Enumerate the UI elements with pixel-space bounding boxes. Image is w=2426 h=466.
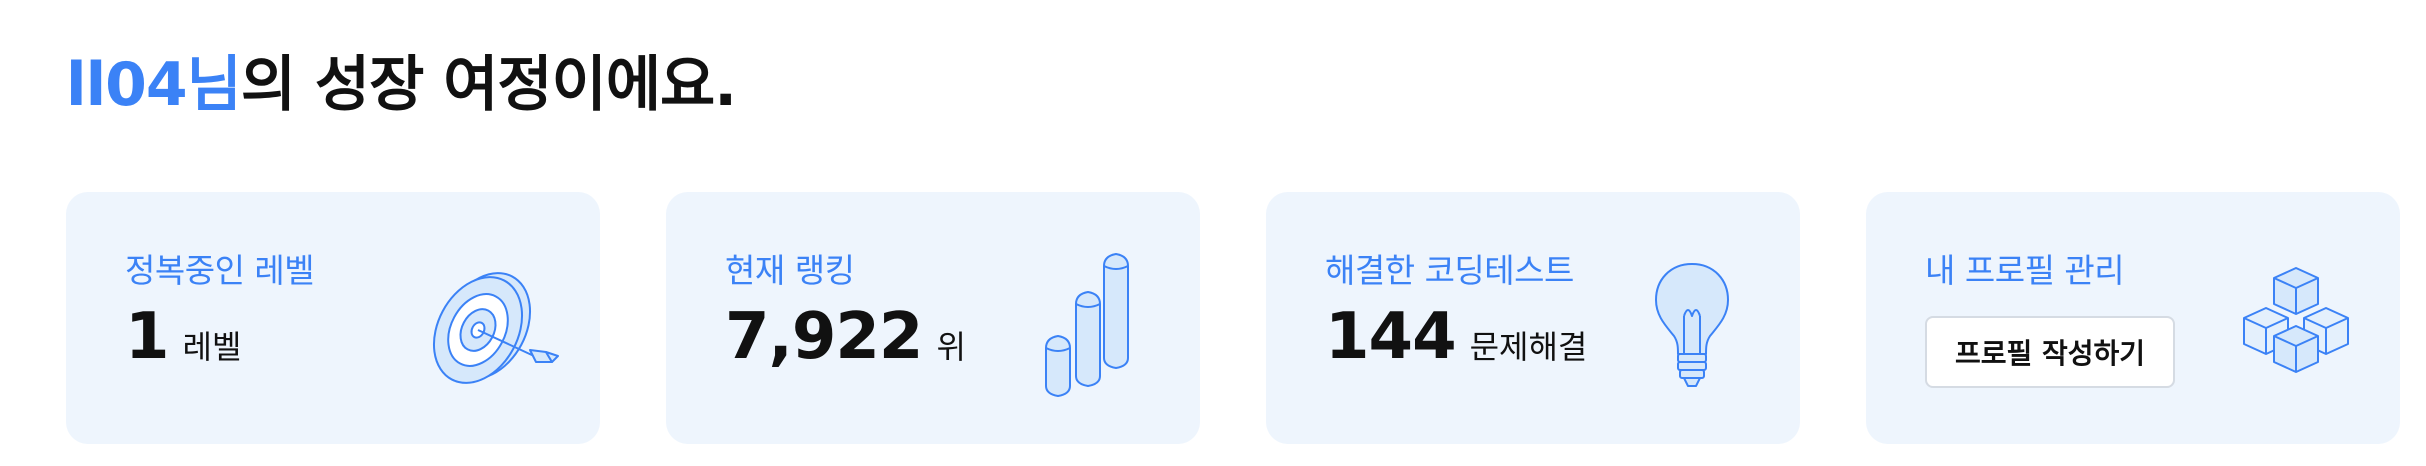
ranking-unit: 위 xyxy=(936,328,966,366)
level-unit: 레벨 xyxy=(182,328,242,366)
solved-card-value: 144 문제해결 xyxy=(1325,300,1587,374)
stats-card-row: 정복중인 레벨 1 레벨 현재 랭킹 7,922 위 해결한 코딩테스트 144… xyxy=(66,192,2400,444)
bar-chart-icon xyxy=(1045,253,1129,397)
solved-number: 144 xyxy=(1325,300,1457,374)
level-card-value: 1 레벨 xyxy=(125,300,241,374)
lightbulb-icon xyxy=(1655,263,1729,387)
level-card[interactable]: 정복중인 레벨 1 레벨 xyxy=(66,192,600,444)
username: ll04님 xyxy=(66,50,242,120)
solved-unit: 문제해결 xyxy=(1469,328,1588,366)
level-number: 1 xyxy=(125,300,170,374)
ranking-card[interactable]: 현재 랭킹 7,922 위 xyxy=(666,192,1200,444)
ranking-card-label: 현재 랭킹 xyxy=(725,251,855,290)
write-profile-button[interactable]: 프로필 작성하기 xyxy=(1925,316,2176,388)
profile-card: 내 프로필 관리 프로필 작성하기 xyxy=(1866,192,2400,444)
level-card-label: 정복중인 레벨 xyxy=(125,251,315,290)
profile-card-label: 내 프로필 관리 xyxy=(1925,251,2125,290)
page-title: ll04님의 성장 여정이에요. xyxy=(66,40,737,130)
ranking-number: 7,922 xyxy=(725,300,923,374)
cubes-icon xyxy=(2243,267,2349,373)
solved-card-label: 해결한 코딩테스트 xyxy=(1325,251,1574,290)
target-icon xyxy=(432,272,559,384)
solved-card[interactable]: 해결한 코딩테스트 144 문제해결 xyxy=(1266,192,1800,444)
page-title-suffix: 의 성장 여정이에요. xyxy=(240,50,737,120)
ranking-card-value: 7,922 위 xyxy=(725,300,966,374)
